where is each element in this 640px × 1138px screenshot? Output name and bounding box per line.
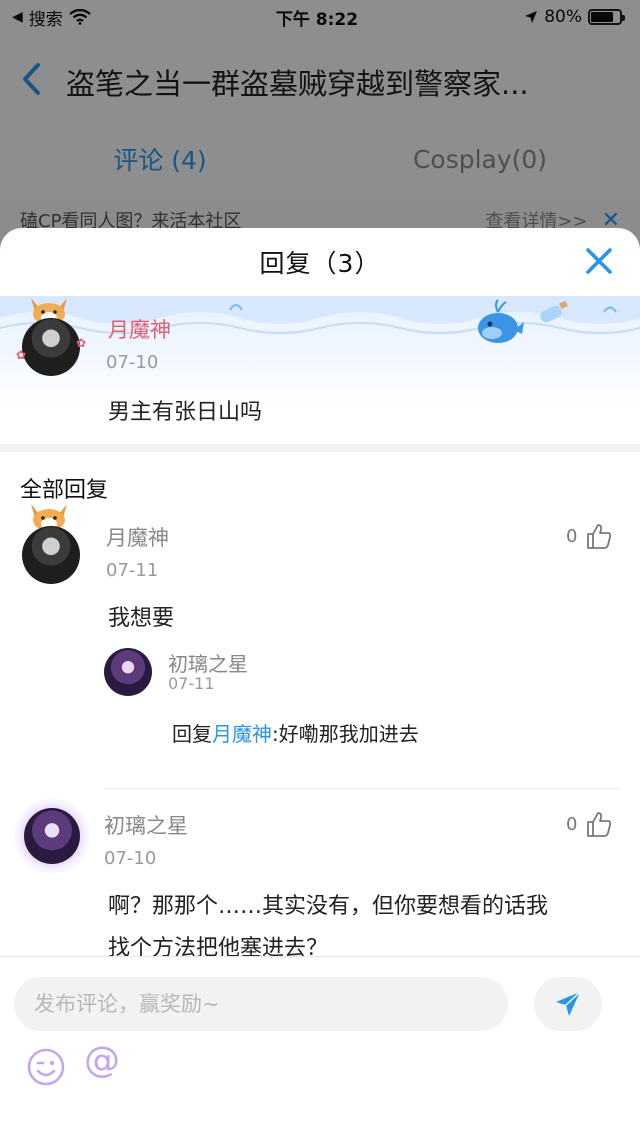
comment-user-name[interactable]: 月魔神 [108,314,171,344]
sub-reply-body: :好嘞那我加进去 [272,722,419,746]
reply-user-name[interactable]: 初璃之星 [104,810,188,840]
avatar[interactable] [22,526,80,584]
send-icon [556,991,581,1016]
reply-user-name[interactable]: 月魔神 [106,522,169,552]
like-button[interactable]: 0 [566,810,613,838]
reply-divider [104,788,620,789]
sub-reply: 初璃之星 07-11 回复月魔神:好嘞那我加进去 [104,648,604,758]
reply-date: 07-10 [104,848,157,869]
section-divider [0,444,640,452]
like-count: 0 [566,813,578,835]
all-replies-heading: 全部回复 [20,478,109,503]
reply-date: 07-11 [106,560,159,581]
main-comment: ✿ ✿ 月魔神 07-10 男主有张日山吗 [0,296,640,444]
close-icon[interactable] [584,246,614,276]
avatar[interactable] [24,808,80,864]
sheet-title: 回复（3） [259,249,381,278]
thumbs-up-icon [587,524,612,549]
mention-button[interactable]: @ [84,1043,120,1079]
like-button[interactable]: 0 [566,522,613,550]
paw-icon: ✿ [76,336,87,350]
sub-reply-user-name[interactable]: 初璃之星 [168,648,248,677]
whale-icon [478,299,524,343]
comment-date: 07-10 [106,352,159,373]
sub-reply-date: 07-11 [168,674,215,693]
sub-reply-text: 回复月魔神:好嘞那我加进去 [172,718,419,747]
bottle-icon [540,300,568,323]
mention-link[interactable]: 月魔神 [212,722,272,746]
sub-reply-prefix: 回复 [172,722,212,746]
reply-item: 月魔神 07-11 0 我想要 初璃之星 07-11 回复月魔神:好嘞那我加进去 [0,502,640,794]
reply-text: 我想要 [108,606,175,631]
reply-text-line1: 啊？那那个……其实没有，但你要想看的话我 [108,894,549,919]
like-count: 0 [566,525,578,547]
send-button[interactable] [534,977,602,1031]
thumbs-up-icon [587,812,612,837]
avatar[interactable] [22,318,80,376]
paw-icon: ✿ [16,348,27,362]
comment-input[interactable] [14,977,508,1031]
avatar[interactable] [104,648,152,696]
comment-composer: @ [0,956,640,1138]
emoji-icon[interactable] [26,1047,66,1087]
comment-text: 男主有张日山吗 [108,400,263,425]
sheet-header: 回复（3） [0,228,640,296]
reply-sheet: 回复（3） ✿ ✿ 月魔神 07-10 男主有张日山吗 全部回复 月魔神 07-… [0,228,640,1138]
